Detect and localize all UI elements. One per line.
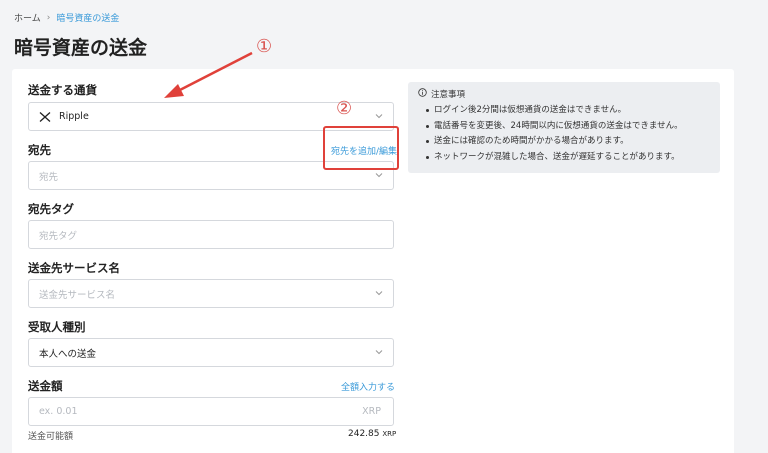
destination-tag-placeholder: 宛先タグ <box>39 230 78 242</box>
notice-item: ログイン後2分間は仮想通貨の送金はできません。 <box>426 103 710 119</box>
recipient-type-label: 受取人種別 <box>28 320 86 334</box>
chevron-down-icon <box>375 348 383 356</box>
page-title: 暗号資産の送金 <box>14 37 148 59</box>
annotation-highlight-box <box>323 126 399 170</box>
chevron-down-icon <box>375 112 383 120</box>
breadcrumb-current: 暗号資産の送金 <box>56 14 120 24</box>
service-name-placeholder: 送金先サービス名 <box>39 289 116 301</box>
notice-panel: 注意事項 ログイン後2分間は仮想通貨の送金はできません。 電話番号を変更後、24… <box>408 82 720 173</box>
breadcrumb: ホーム › 暗号資産の送金 <box>14 11 120 25</box>
notice-title-row: 注意事項 <box>418 88 710 100</box>
info-icon <box>418 88 427 100</box>
available-amount-label: 送金可能額 <box>28 432 74 442</box>
recipient-type-select[interactable]: 本人への送金 <box>28 338 394 367</box>
chevron-down-icon <box>375 289 383 297</box>
destination-tag-label: 宛先タグ <box>28 202 74 216</box>
chevron-down-icon <box>375 171 383 179</box>
currency-value: Ripple <box>59 111 89 122</box>
destination-placeholder: 宛先 <box>39 171 59 183</box>
recipient-type-value: 本人への送金 <box>39 348 97 360</box>
amount-placeholder: ex. 0.01 <box>39 406 78 417</box>
annotation-number-2: ② <box>336 98 353 119</box>
notice-item: ネットワークが混雑した場合、送金が遅延することがあります。 <box>426 150 710 166</box>
notice-item: 電話番号を変更後、24時間以内に仮想通貨の送金はできません。 <box>426 119 710 135</box>
amount-input[interactable]: ex. 0.01 XRP <box>28 397 394 426</box>
amount-unit: XRP <box>362 406 381 417</box>
destination-tag-input[interactable]: 宛先タグ <box>28 220 394 249</box>
available-amount-value: 242.85 <box>348 429 380 439</box>
currency-label: 送金する通貨 <box>28 83 97 97</box>
available-amount: 242.85 XRP <box>348 429 396 439</box>
annotation-number-1: ① <box>256 36 273 57</box>
destination-label: 宛先 <box>28 143 51 157</box>
service-name-label: 送金先サービス名 <box>28 261 120 275</box>
amount-label: 送金額 <box>28 379 63 393</box>
full-amount-link[interactable]: 全額入力する <box>341 380 395 393</box>
available-amount-unit: XRP <box>382 430 397 438</box>
xrp-icon <box>39 111 51 123</box>
notice-list: ログイン後2分間は仮想通貨の送金はできません。 電話番号を変更後、24時間以内に… <box>418 103 710 165</box>
breadcrumb-separator: › <box>46 12 51 23</box>
breadcrumb-home[interactable]: ホーム <box>14 11 41 24</box>
notice-item: 送金には確認のため時間がかかる場合があります。 <box>426 134 710 150</box>
service-name-select[interactable]: 送金先サービス名 <box>28 279 394 308</box>
notice-title: 注意事項 <box>431 90 466 100</box>
